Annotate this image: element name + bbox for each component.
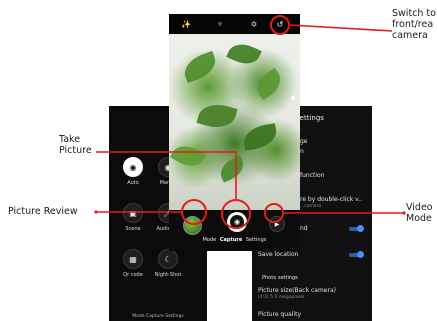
take-picture-callout: Take Picture bbox=[59, 134, 92, 156]
take-picture-line bbox=[96, 151, 237, 199]
switch-camera-callout: Switch to front/rea camera bbox=[392, 8, 436, 41]
callout-lines bbox=[94, 24, 406, 215]
video-mode-callout: Video Mode bbox=[406, 202, 433, 224]
picture-review-callout: Picture Review bbox=[8, 206, 78, 217]
picture-review-line-end bbox=[94, 210, 98, 214]
switch-camera-line bbox=[289, 24, 393, 32]
